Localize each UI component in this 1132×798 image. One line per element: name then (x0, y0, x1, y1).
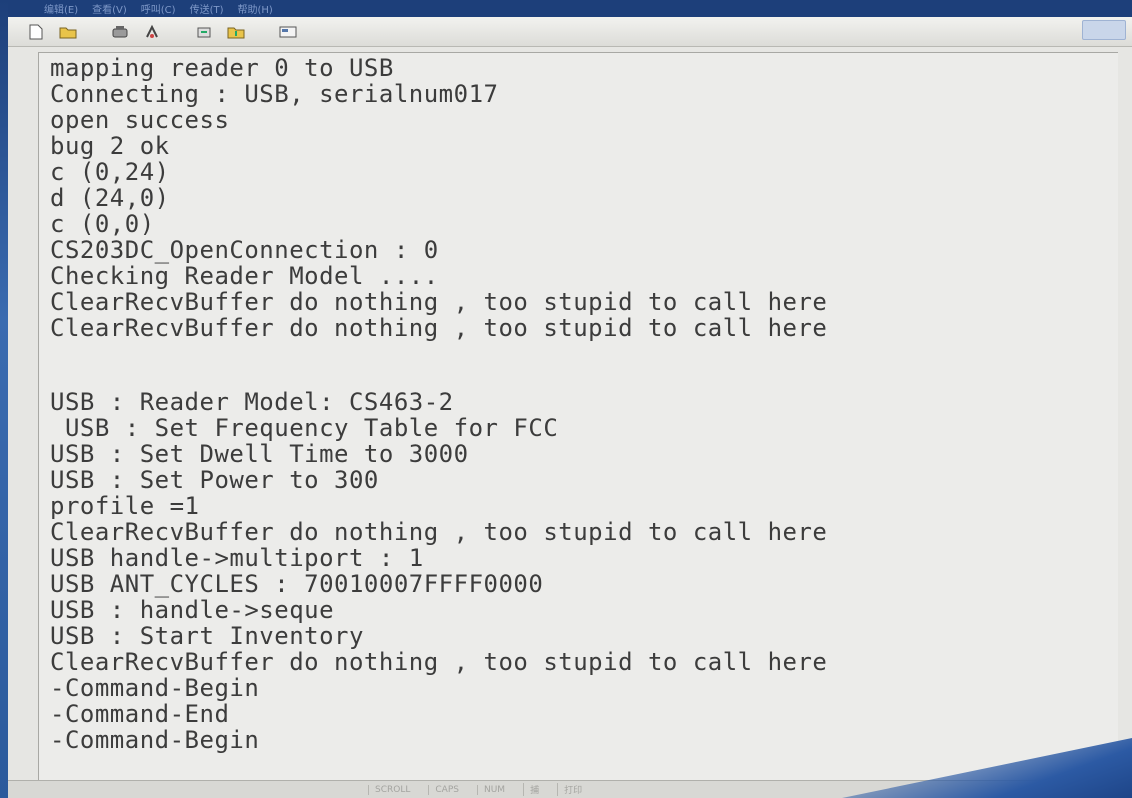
terminal-line: USB : Set Dwell Time to 3000 (50, 440, 469, 468)
terminal-line: ClearRecvBuffer do nothing , too stupid … (50, 518, 828, 546)
window-controls[interactable] (1082, 20, 1126, 40)
new-icon[interactable] (26, 23, 46, 41)
terminal-line: mapping reader 0 to USB (50, 54, 394, 82)
status-capture: 捕 (523, 783, 539, 796)
status-print: 打印 (557, 783, 582, 796)
properties-icon[interactable] (278, 23, 298, 41)
menu-bar: 编辑(E) 查看(V) 呼叫(C) 传送(T) 帮助(H) (8, 0, 1132, 17)
toolbar (8, 17, 1132, 47)
status-caps: CAPS (428, 784, 459, 795)
terminal-line: open success (50, 106, 230, 134)
terminal-line: USB : Set Frequency Table for FCC (50, 414, 559, 442)
terminal-line: USB : Reader Model: CS463-2 (50, 388, 454, 416)
terminal-line: profile =1 (50, 492, 200, 520)
terminal-line: USB ANT_CYCLES : 70010007FFFF0000 (50, 570, 544, 598)
terminal-output[interactable]: mapping reader 0 to USB Connecting : USB… (38, 52, 1118, 782)
terminal-line: CS203DC_OpenConnection : 0 (50, 236, 439, 264)
phone-icon[interactable] (110, 23, 130, 41)
terminal-line: Connecting : USB, serialnum017 (50, 80, 499, 108)
terminal-line: Checking Reader Model .... (50, 262, 439, 290)
terminal-line: c (0,0) (50, 210, 155, 238)
status-scroll: SCROLL (368, 784, 410, 795)
terminal-line: -Command-Begin (50, 674, 260, 702)
terminal-line: -Command-Begin (50, 726, 260, 754)
hyperterminal-window: 编辑(E) 查看(V) 呼叫(C) 传送(T) 帮助(H) mapping re… (8, 0, 1132, 798)
menu-view[interactable]: 查看(V) (92, 1, 127, 16)
terminal-line: USB : Start Inventory (50, 622, 364, 650)
terminal-line: ClearRecvBuffer do nothing , too stupid … (50, 314, 828, 342)
status-num: NUM (476, 784, 505, 795)
receive-icon[interactable] (226, 23, 246, 41)
open-icon[interactable] (58, 23, 78, 41)
terminal-line: bug 2 ok (50, 132, 170, 160)
terminal-line: ClearRecvBuffer do nothing , too stupid … (50, 648, 828, 676)
menu-edit[interactable]: 编辑(E) (44, 1, 78, 16)
terminal-line: USB handle->multiport : 1 (50, 544, 424, 572)
terminal-line: USB : handle->seque (50, 596, 335, 624)
terminal-line: -Command-End (50, 700, 230, 728)
menu-transfer[interactable]: 传送(T) (190, 1, 224, 16)
menu-help[interactable]: 帮助(H) (238, 1, 273, 16)
menu-call[interactable]: 呼叫(C) (141, 1, 176, 16)
send-icon[interactable] (194, 23, 214, 41)
terminal-line: ClearRecvBuffer do nothing , too stupid … (50, 288, 828, 316)
hangup-icon[interactable] (142, 23, 162, 41)
terminal-line: c (0,24) (50, 158, 170, 186)
terminal-line: USB : Set Power to 300 (50, 466, 379, 494)
terminal-line: d (24,0) (50, 184, 170, 212)
